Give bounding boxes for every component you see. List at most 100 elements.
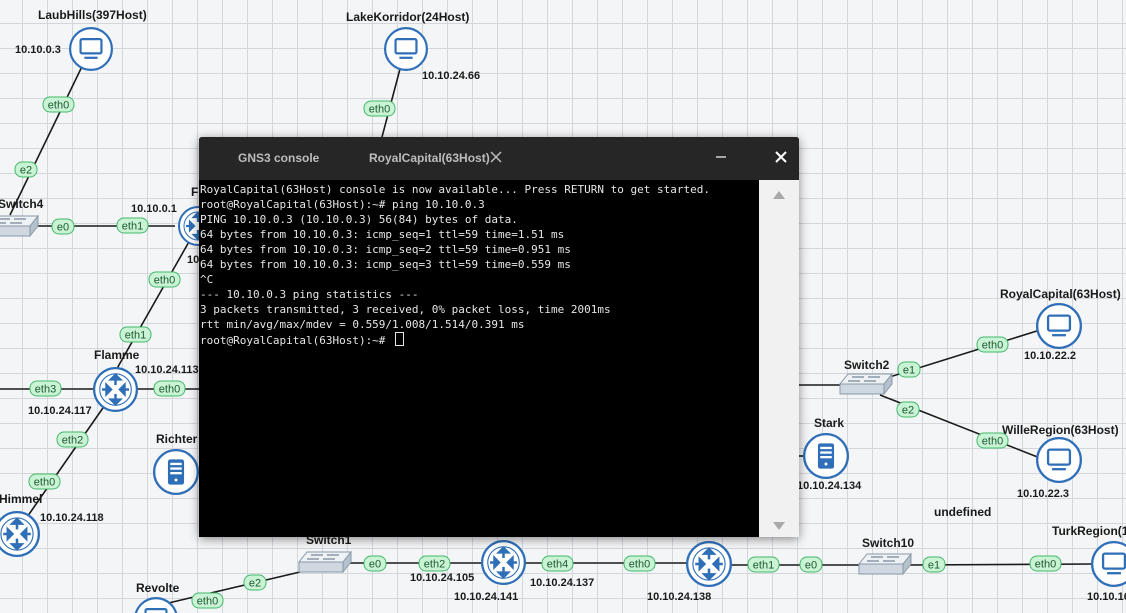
node-himmel[interactable]: Himmel 10.10.24.118: [0, 492, 104, 557]
router-icon: [481, 540, 526, 585]
port-badge: eth0: [28, 473, 61, 490]
port-badge: eth0: [42, 96, 75, 113]
node-switch1[interactable]: Switch1: [298, 533, 352, 573]
node-label: Richter: [156, 432, 198, 446]
console-titlebar[interactable]: GNS3 console RoyalCapital(63Host): [199, 137, 799, 180]
node-royalcapital[interactable]: RoyalCapital(63Host) 10.10.22.2: [1000, 287, 1121, 362]
node-label: WilleRegion(63Host): [1002, 423, 1119, 437]
pc-icon: [69, 27, 113, 71]
node-label: Himmel: [0, 492, 42, 506]
port-badge: eth0: [148, 271, 181, 288]
router-icon: [686, 541, 732, 587]
scroll-up-arrow-icon[interactable]: [773, 190, 785, 200]
port-badge: e1: [897, 361, 921, 378]
terminal-area[interactable]: RoyalCapital(63Host) console is now avai…: [199, 180, 759, 537]
port-badge: eth0: [623, 555, 656, 572]
node-label: RoyalCapital(63Host): [1000, 287, 1121, 301]
port-badge: e2: [896, 401, 920, 418]
node-ip: 10.10.24.118: [40, 512, 104, 524]
scroll-down-arrow-icon[interactable]: [773, 521, 785, 531]
node-switch10[interactable]: Switch10: [858, 536, 914, 575]
port-badge: e0: [363, 555, 387, 572]
terminal-line: 64 bytes from 10.10.0.3: icmp_seq=3 ttl=…: [200, 258, 571, 271]
server-icon: [803, 433, 849, 479]
node-ip: 10.10.24.117: [28, 405, 92, 417]
switch-icon: [0, 215, 39, 237]
terminal-line: RoyalCapital(63Host) console is now avai…: [200, 183, 710, 196]
svg-text:e0: e0: [57, 222, 69, 234]
server-icon: [153, 449, 199, 495]
svg-text:eth0: eth0: [197, 596, 218, 608]
port-badge: eth0: [1029, 555, 1062, 572]
terminal-line: rtt min/avg/max/mdev = 0.559/1.008/1.514…: [200, 318, 525, 331]
terminal-cursor[interactable]: [395, 332, 405, 346]
minimize-icon[interactable]: [714, 150, 728, 164]
node-label: LakeKorridor(24Host): [346, 10, 469, 24]
port-badge: eth2: [418, 555, 451, 572]
port-badge: e2: [243, 574, 267, 591]
node-label: Revolte: [136, 581, 180, 595]
switch-icon: [298, 551, 352, 573]
tab-gns3-console[interactable]: GNS3 console: [238, 151, 319, 165]
node-ip: 10.10.22.3: [1017, 488, 1069, 500]
tab-close-icon[interactable]: [489, 150, 503, 164]
node-switch4[interactable]: Switch4: [0, 197, 44, 237]
svg-text:eth0: eth0: [48, 100, 69, 112]
node-ip: 10.10.24.66: [422, 70, 480, 82]
node-willeregion[interactable]: WilleRegion(63Host) 10.10.22.3: [1002, 423, 1119, 500]
node-label: LaubHills(397Host): [38, 8, 147, 22]
node-label: Stark: [814, 416, 844, 430]
svg-text:eth2: eth2: [424, 559, 445, 571]
router-icon: [93, 367, 138, 412]
port-badge: eth1: [119, 326, 152, 343]
node-lakekorridor[interactable]: LakeKorridor(24Host) 10.10.24.66: [346, 10, 480, 82]
switch-icon: [839, 373, 893, 395]
port-badge: eth2: [56, 431, 89, 448]
port-badge: e2: [14, 161, 38, 178]
port-badge: eth0: [191, 592, 224, 609]
svg-text:eth2: eth2: [62, 435, 83, 447]
node-label: Switch10: [862, 536, 914, 550]
console-window[interactable]: GNS3 console RoyalCapital(63Host) RoyalC…: [199, 137, 799, 537]
port-badge: eth0: [363, 100, 396, 117]
terminal-line: 3 packets transmitted, 3 received, 0% pa…: [200, 303, 611, 316]
port-badge: eth0: [976, 432, 1009, 449]
node-ip-2: 10: [187, 254, 199, 266]
svg-text:eth0: eth0: [982, 436, 1003, 448]
node-ip: 10.10.24.134: [797, 480, 862, 492]
port-badge: eth0: [153, 380, 186, 397]
undefined-label: undefined: [934, 505, 991, 519]
svg-text:eth1: eth1: [125, 330, 146, 342]
node-stark[interactable]: Stark 10.10.24.134: [797, 416, 862, 492]
svg-text:eth0: eth0: [34, 477, 55, 489]
node-ip-2: 10.10.24.141: [454, 591, 518, 603]
pc-icon: [384, 27, 428, 71]
node-richter[interactable]: Richter: [153, 432, 199, 495]
svg-text:e2: e2: [902, 405, 914, 417]
terminal-line: PING 10.10.0.3 (10.10.0.3) 56(84) bytes …: [200, 213, 518, 226]
terminal-line: --- 10.10.0.3 ping statistics ---: [200, 288, 419, 301]
node-router-a[interactable]: 10.10.24.105 10.10.24.137 10.10.24.141: [410, 540, 594, 603]
svg-text:eth4: eth4: [547, 559, 568, 571]
svg-text:eth1: eth1: [122, 221, 143, 233]
terminal-line: root@RoyalCapital(63Host):~# ping 10.10.…: [200, 198, 485, 211]
terminal-line: ^C: [200, 273, 214, 286]
pc-icon: [134, 597, 178, 613]
svg-text:e2: e2: [249, 578, 261, 590]
node-switch2[interactable]: Switch2: [839, 358, 893, 395]
svg-text:e0: e0: [805, 560, 817, 572]
close-icon[interactable]: [773, 149, 789, 165]
svg-text:eth3: eth3: [35, 384, 56, 396]
scrollbar[interactable]: [759, 180, 799, 537]
tab-royalcapital[interactable]: RoyalCapital(63Host): [369, 151, 490, 165]
node-revolte[interactable]: Revolte: [134, 581, 180, 613]
port-badge: eth1: [116, 217, 149, 234]
terminal-output[interactable]: RoyalCapital(63Host) console is now avai…: [199, 180, 759, 348]
svg-text:eth0: eth0: [154, 275, 175, 287]
node-label: TurkRegion(1: [1052, 524, 1126, 538]
node-laubhills[interactable]: LaubHills(397Host) 10.10.0.3: [15, 8, 147, 71]
port-badge: e1: [922, 556, 946, 573]
terminal-line: 64 bytes from 10.10.0.3: icmp_seq=1 ttl=…: [200, 228, 565, 241]
node-ip-3: 10.10.24.137: [530, 577, 594, 589]
node-router-b[interactable]: 10.10.24.138: [647, 541, 732, 603]
